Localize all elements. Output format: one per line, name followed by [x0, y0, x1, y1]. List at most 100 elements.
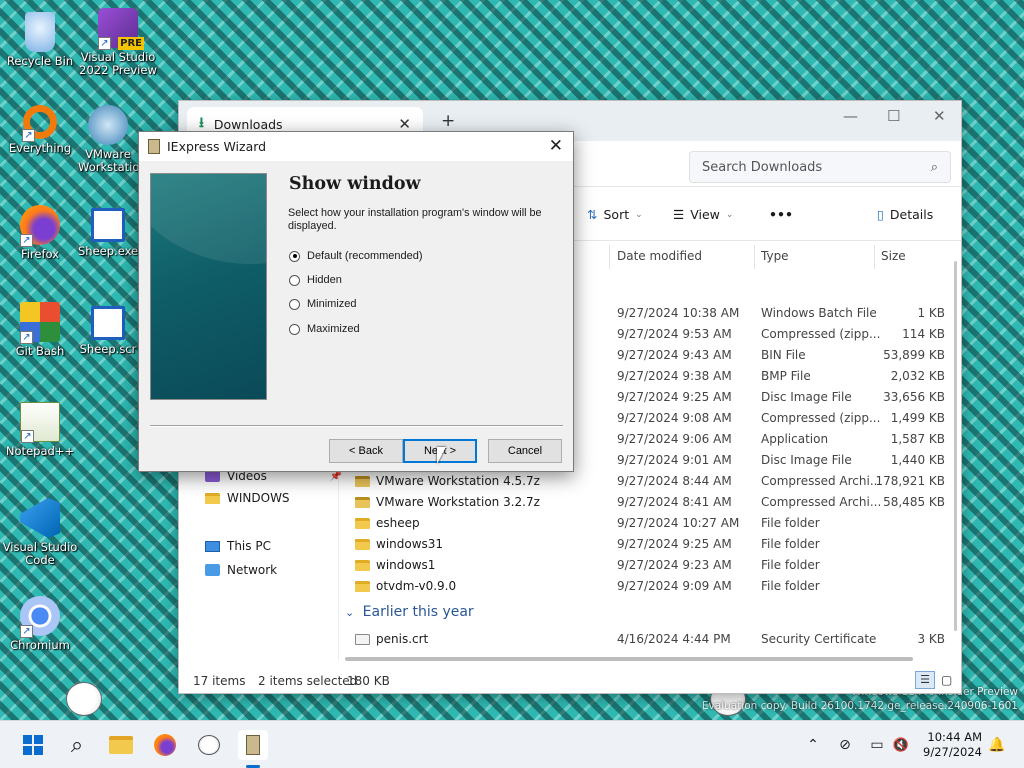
file-type: Application: [761, 432, 829, 446]
firefox-icon: ↗: [20, 205, 60, 247]
table-row[interactable]: otvdm-v0.9.0 9/27/2024 9:09 AM File folder: [349, 576, 949, 597]
tiles-view-icon[interactable]: ▢: [941, 673, 952, 687]
file-type: BIN File: [761, 348, 806, 362]
desktop-icon-label: Sheep.exe: [78, 244, 138, 258]
desktop-icon-sheep-exe[interactable]: Sheep.exe: [78, 208, 138, 258]
folder-icon: [205, 492, 220, 504]
column-header-size[interactable]: Size: [881, 249, 906, 263]
file-size: 178,921 KB: [875, 474, 945, 488]
taskbar-search-button[interactable]: ⌕: [62, 730, 92, 760]
taskbar-file-explorer[interactable]: [106, 730, 136, 760]
desktop-icon-label: Everything: [8, 141, 72, 155]
file-name: VMware Workstation 3.2.7z: [355, 495, 540, 509]
radio-button-selected[interactable]: [289, 250, 300, 262]
close-icon[interactable]: ✕: [549, 136, 563, 156]
desktop-icon-label: Firefox: [20, 247, 60, 261]
desktop-icon-sheep-scr[interactable]: Sheep.scr: [78, 306, 138, 356]
column-header-date[interactable]: Date modified: [617, 249, 702, 263]
table-row[interactable]: windows1 9/27/2024 9:23 AM File folder: [349, 555, 949, 576]
file-size: 1,440 KB: [890, 453, 945, 467]
radio-button[interactable]: [289, 274, 300, 286]
sidebar-label: WINDOWS: [227, 491, 290, 505]
start-button[interactable]: [18, 730, 48, 760]
computer-icon: [205, 540, 220, 552]
sidebar-item-network[interactable]: Network: [205, 563, 277, 577]
file-size: 53,899 KB: [883, 348, 945, 362]
radio-button[interactable]: [289, 323, 300, 335]
table-row[interactable]: esheep 9/27/2024 10:27 AM File folder: [349, 513, 949, 534]
file-date: 9/27/2024 9:06 AM: [617, 432, 732, 446]
close-icon[interactable]: ✕: [933, 107, 946, 125]
radio-label: Hidden: [307, 274, 342, 286]
minimize-icon[interactable]: —: [843, 107, 858, 125]
details-pane-button[interactable]: ▯ Details: [877, 207, 933, 222]
desktop-icon-everything[interactable]: ↗ Everything: [0, 105, 80, 155]
desktop-icon-vscode[interactable]: Visual Studio Code: [0, 498, 80, 567]
radio-maximized[interactable]: Maximized: [289, 323, 360, 335]
file-size: 2,032 KB: [890, 369, 945, 383]
volume-button[interactable]: 🔇: [886, 730, 916, 760]
status-selected-size: 180 KB: [347, 674, 390, 688]
view-icon: ☰: [673, 207, 685, 222]
table-row[interactable]: VMware Workstation 3.2.7z 9/27/2024 8:41 …: [349, 492, 949, 513]
taskbar-clock[interactable]: 10:44 AM 9/27/2024: [923, 730, 982, 760]
table-row[interactable]: windows31 9/27/2024 9:25 AM File folder: [349, 534, 949, 555]
archive-icon: [355, 475, 370, 487]
shortcut-arrow-icon: ↗: [21, 430, 34, 443]
group-header-earlier[interactable]: ⌄ Earlier this year: [345, 604, 474, 620]
file-date: 9/27/2024 9:43 AM: [617, 348, 732, 362]
volume-muted-icon: 🔇: [892, 737, 910, 753]
file-date: 9/27/2024 9:53 AM: [617, 327, 732, 341]
desktop-icon-recycle-bin[interactable]: Recycle Bin: [0, 12, 80, 68]
file-date: 9/27/2024 9:01 AM: [617, 453, 732, 467]
file-size: 1,587 KB: [890, 432, 945, 446]
desktop-icon-notepad-plus-plus[interactable]: ↗ Notepad++: [0, 402, 80, 458]
taskbar-firefox[interactable]: [150, 730, 180, 760]
desktop-icon-label: Recycle Bin: [6, 54, 74, 68]
radio-minimized[interactable]: Minimized: [289, 298, 357, 310]
maximize-icon[interactable]: ☐: [887, 107, 900, 125]
file-type: Compressed (zipp...: [761, 327, 881, 341]
view-button[interactable]: ☰ View ⌄: [673, 207, 733, 222]
column-header-type[interactable]: Type: [761, 249, 789, 263]
cancel-button[interactable]: Cancel: [488, 439, 562, 463]
more-options-button[interactable]: •••: [769, 207, 793, 222]
chevron-down-icon: ⌄: [725, 209, 734, 220]
desktop-icon-git-bash[interactable]: ↗ Git Bash: [0, 302, 80, 358]
new-tab-icon[interactable]: +: [441, 111, 455, 131]
details-view-icon[interactable]: ☰: [915, 671, 935, 689]
notifications-button[interactable]: 🔔: [982, 730, 1012, 760]
radio-button[interactable]: [289, 298, 300, 310]
table-row[interactable]: penis.crt 4/16/2024 4:44 PM Security Certi…: [349, 629, 949, 650]
table-row[interactable]: VMware Workstation 4.5.7z 9/27/2024 8:44 …: [349, 471, 949, 492]
sheep-icon[interactable]: [66, 682, 102, 716]
file-size: 58,485 KB: [883, 495, 945, 509]
desktop-icon-chromium[interactable]: ↗ Chromium: [0, 596, 80, 652]
radio-hidden[interactable]: Hidden: [289, 274, 342, 286]
taskbar-sheep[interactable]: [194, 730, 224, 760]
chevron-down-icon: ⌄: [635, 209, 643, 220]
recycle-bin-icon: [25, 12, 55, 52]
taskbar-iexpress[interactable]: [238, 730, 268, 760]
sort-button[interactable]: ⇅ Sort ⌄: [587, 207, 643, 222]
desktop-icon-label: Visual Studio Code: [2, 540, 78, 567]
sidebar-item-windows[interactable]: WINDOWS: [205, 491, 290, 505]
back-button[interactable]: < Back: [329, 439, 403, 463]
desktop-icon-vmware[interactable]: VMware Workstation: [78, 105, 138, 174]
file-name: VMware Workstation 4.5.7z: [355, 474, 540, 488]
file-type: Compressed Archi...: [761, 495, 882, 509]
vmware-icon: [88, 105, 128, 145]
file-type: File folder: [761, 537, 820, 551]
radio-default[interactable]: Default (recommended): [289, 250, 423, 262]
network-status-button[interactable]: ⊘: [830, 730, 860, 760]
search-input[interactable]: Search Downloads ⌕: [689, 151, 951, 183]
wizard-description: Select how your installation program's w…: [288, 207, 542, 232]
desktop-icon-firefox[interactable]: ↗ Firefox: [0, 205, 80, 261]
desktop-icon-visual-studio-preview[interactable]: PRE ↗ Visual Studio 2022 Preview: [78, 8, 158, 77]
chromium-icon: ↗: [20, 596, 60, 638]
desktop-icon-label: VMware Workstation: [78, 147, 138, 174]
sidebar-item-this-pc[interactable]: This PC: [205, 539, 271, 553]
file-name: esheep: [355, 516, 420, 530]
vertical-scrollbar[interactable]: [954, 261, 957, 631]
show-hidden-icons-button[interactable]: ⌃: [798, 730, 828, 760]
